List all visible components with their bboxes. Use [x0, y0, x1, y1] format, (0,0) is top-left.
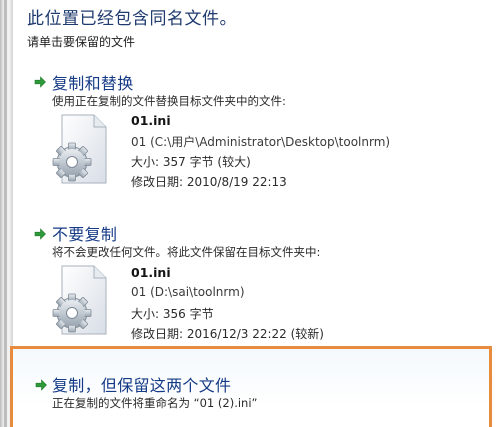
settings-file-icon	[52, 265, 107, 335]
green-arrow-icon	[33, 75, 47, 89]
settings-file-icon	[52, 114, 107, 184]
option-title: 复制和替换	[52, 74, 134, 93]
file-modified: 修改日期: 2010/8/19 22:13	[131, 175, 287, 189]
copy-conflict-dialog: 此位置已经包含同名文件。 请单击要保留的文件 复制和替换 使用正在复制的文件替换…	[0, 0, 498, 427]
option-description: 将不会更改任何文件。将此文件保留在目标文件夹中:	[52, 245, 321, 259]
option-title: 不要复制	[52, 225, 118, 244]
file-path: 01 (C:\用户\Administrator\Desktop\toolnrm)	[131, 135, 391, 149]
option-title: 复制，但保留这两个文件	[52, 376, 232, 395]
option-description: 正在复制的文件将重命名为 “01 (2).ini”	[52, 396, 258, 410]
green-arrow-icon	[33, 227, 47, 241]
file-size: 大小: 356 字节	[131, 307, 214, 321]
dialog-heading: 此位置已经包含同名文件。	[27, 9, 237, 29]
option-keep-both-highlight[interactable]: 复制，但保留这两个文件 正在复制的文件将重命名为 “01 (2).ini”	[10, 346, 492, 427]
file-path: 01 (D:\sai\toolnrm)	[131, 285, 245, 299]
green-arrow-icon	[34, 378, 48, 392]
file-modified: 修改日期: 2016/12/3 22:22 (较新)	[131, 327, 324, 341]
file-name: 01.ini	[131, 113, 171, 128]
file-name: 01.ini	[131, 265, 171, 280]
option-description: 使用正在复制的文件替换目标文件夹中的文件:	[52, 94, 286, 108]
dialog-subheading: 请单击要保留的文件	[27, 35, 136, 49]
file-size: 大小: 357 字节 (较大)	[131, 155, 251, 169]
